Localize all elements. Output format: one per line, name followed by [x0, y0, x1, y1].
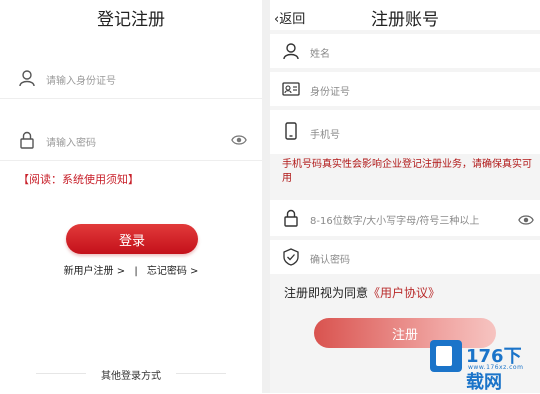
- phone-icon: [285, 122, 297, 140]
- id-number-placeholder: 请输入身份证号: [46, 76, 116, 87]
- confirm-password-placeholder: 确认密码: [310, 255, 350, 266]
- phone-field[interactable]: 手机号: [270, 110, 540, 154]
- lock-icon: [284, 209, 298, 227]
- agreement-prefix: 注册即视为同意: [284, 286, 369, 300]
- id-card-icon: [282, 82, 300, 96]
- link-separator: |: [134, 266, 138, 277]
- login-screen: 登记注册 请输入身份证号 请输入密码 【阅读：系统使用须知】 登录 新用户注册 …: [0, 0, 262, 393]
- header-bar: ‹返回 注册账号: [270, 0, 540, 30]
- user-icon: [283, 43, 299, 60]
- login-links: 新用户注册 > | 忘记密码 >: [0, 262, 262, 277]
- user-icon: [19, 70, 35, 87]
- password-placeholder: 8-16位数字/大小写字母/符号三种以上: [310, 216, 480, 227]
- watermark-icon: [430, 340, 462, 372]
- phone-placeholder: 手机号: [310, 130, 340, 141]
- shield-check-icon: [283, 248, 299, 266]
- eye-icon[interactable]: [518, 212, 534, 228]
- system-notice-link[interactable]: 【阅读：系统使用须知】: [18, 171, 139, 187]
- watermark-logo: 176下载网 www.176xz.com: [430, 340, 536, 393]
- page-title: 登记注册: [97, 10, 165, 30]
- name-field[interactable]: 姓名: [270, 34, 540, 68]
- eye-icon[interactable]: [231, 132, 247, 148]
- divider-line-right: [176, 373, 226, 374]
- phone-warning: 手机号码真实性会影响企业登记注册业务，请确保真实可用: [282, 159, 532, 184]
- name-placeholder: 姓名: [310, 49, 330, 60]
- other-login-label: 其他登录方式: [101, 371, 161, 382]
- password-field[interactable]: 请输入密码: [0, 120, 262, 161]
- confirm-password-field[interactable]: 确认密码: [270, 240, 540, 274]
- agreement-text: 注册即视为同意《用户协议》: [284, 284, 440, 301]
- login-button[interactable]: 登录: [66, 224, 198, 254]
- user-agreement-link[interactable]: 《用户协议》: [368, 286, 440, 300]
- forgot-password-link[interactable]: 忘记密码 >: [147, 266, 199, 277]
- page-title: 注册账号: [371, 10, 439, 30]
- register-screen: ‹返回 注册账号 姓名 身份证号 手机号 手机号码真实性会影响企业登记注册业务，…: [270, 0, 540, 393]
- id-number-placeholder: 身份证号: [310, 87, 350, 98]
- password-field[interactable]: 8-16位数字/大小写字母/符号三种以上: [270, 200, 540, 236]
- register-link[interactable]: 新用户注册 >: [64, 266, 126, 277]
- id-number-field[interactable]: 身份证号: [270, 72, 540, 106]
- screen-divider: [262, 0, 270, 393]
- lock-icon: [20, 131, 34, 149]
- password-placeholder: 请输入密码: [46, 138, 96, 149]
- id-number-field[interactable]: 请输入身份证号: [0, 58, 262, 99]
- watermark-url: www.176xz.com: [468, 364, 524, 371]
